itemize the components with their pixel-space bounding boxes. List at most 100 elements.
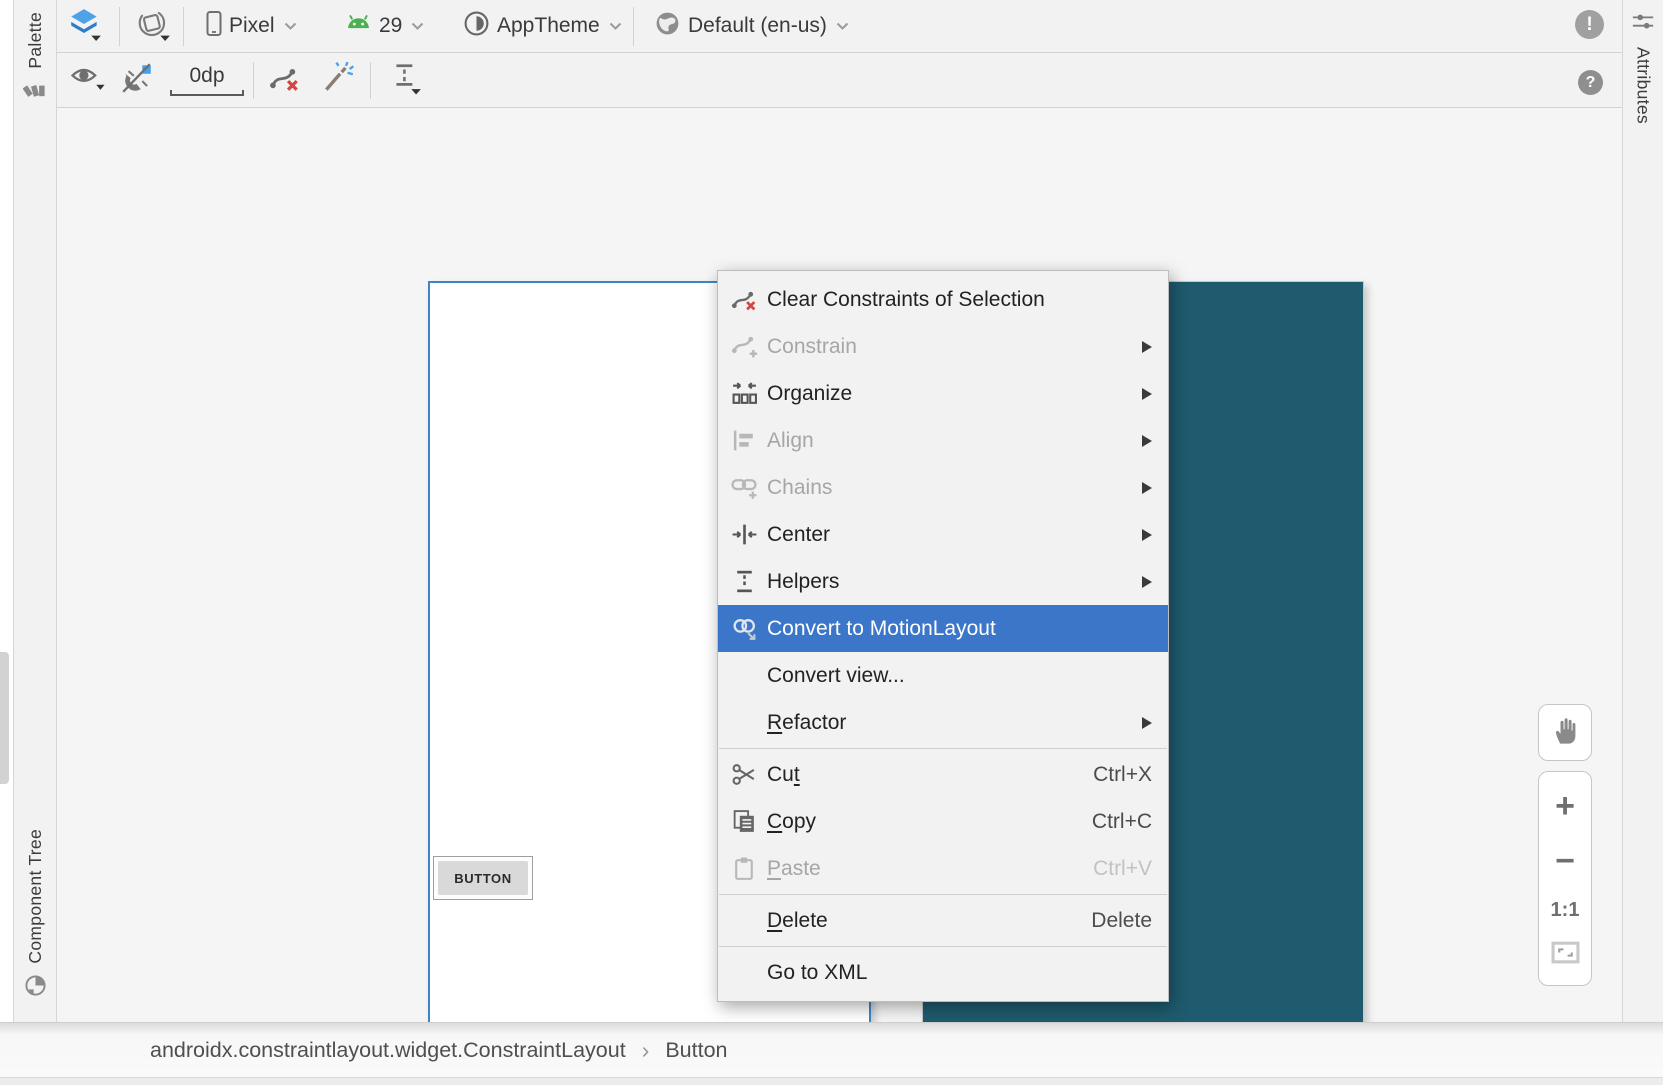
submenu-arrow-icon xyxy=(1142,717,1152,729)
tab-palette[interactable]: Palette xyxy=(14,12,56,103)
menu-item-label: Convert to MotionLayout xyxy=(767,617,1056,641)
menu-icon-empty xyxy=(730,959,758,987)
menu-icon-empty xyxy=(730,709,758,737)
menu-item-paste: PasteCtrl+V xyxy=(718,845,1168,892)
view-options-button[interactable] xyxy=(69,53,107,107)
helpers-icon xyxy=(730,568,758,596)
left-scrollbar-thumb[interactable] xyxy=(0,652,9,784)
menu-icon-empty xyxy=(730,662,758,690)
component-tree-icon xyxy=(24,974,47,1002)
organize-icon xyxy=(730,380,758,408)
default-margin-value: 0dp xyxy=(167,64,247,88)
help-button[interactable]: ? xyxy=(1578,70,1603,95)
menu-item-label: Organize xyxy=(767,382,1056,406)
toolbar-separator xyxy=(633,7,634,46)
default-margin-control[interactable]: 0dp xyxy=(167,53,247,107)
menu-submenu-indicator xyxy=(1056,576,1152,588)
menu-item-label: Helpers xyxy=(767,570,1056,594)
orientation-selector[interactable] xyxy=(136,0,172,52)
chevron-down-icon xyxy=(836,17,849,35)
menu-item-clear-constraints-of-selection[interactable]: Clear Constraints of Selection xyxy=(718,276,1168,323)
orientation-icon xyxy=(136,7,172,46)
zoom-in-button[interactable]: + xyxy=(1555,789,1575,823)
palette-tab-label: Palette xyxy=(25,12,46,69)
menu-submenu-indicator xyxy=(1056,388,1152,400)
menu-item-helpers[interactable]: Helpers xyxy=(718,558,1168,605)
menu-submenu-indicator xyxy=(1056,717,1152,729)
menu-item-label: Chains xyxy=(767,476,1056,500)
design-toolbar-main: Pixel 29 AppTheme xyxy=(57,0,1622,53)
chains-icon xyxy=(730,474,758,502)
motionlayout-icon xyxy=(730,615,758,643)
theme-selector-label: AppTheme xyxy=(497,14,600,38)
guidelines-button[interactable] xyxy=(390,53,422,107)
pan-tool-button[interactable] xyxy=(1538,704,1592,761)
paste-icon xyxy=(730,855,758,883)
device-selector-label: Pixel xyxy=(229,14,275,38)
autoconnect-toggle[interactable] xyxy=(119,53,155,107)
menu-item-label: Convert view... xyxy=(767,664,1056,688)
menu-item-center[interactable]: Center xyxy=(718,511,1168,558)
menu-item-label: Paste xyxy=(767,857,1056,881)
attributes-tab-label[interactable]: Attributes xyxy=(1633,47,1654,124)
menu-item-chains: Chains xyxy=(718,464,1168,511)
chevron-down-icon xyxy=(411,17,424,35)
toolbar-separator xyxy=(253,62,254,99)
menu-item-organize[interactable]: Organize xyxy=(718,370,1168,417)
menu-item-refactor[interactable]: Refactor xyxy=(718,699,1168,746)
palette-icon xyxy=(23,76,47,103)
breadcrumb-root[interactable]: androidx.constraintlayout.widget.Constra… xyxy=(150,1038,626,1063)
submenu-arrow-icon xyxy=(1142,388,1152,400)
menu-submenu-indicator xyxy=(1056,435,1152,447)
menu-item-convert-to-motionlayout[interactable]: Convert to MotionLayout xyxy=(718,605,1168,652)
locale-selector[interactable]: Default (en-us) xyxy=(654,0,849,52)
menu-shortcut: Ctrl+X xyxy=(1056,763,1152,787)
error-icon: ! xyxy=(1586,14,1592,36)
tab-component-tree[interactable]: Component Tree xyxy=(14,829,56,1002)
magnet-off-icon xyxy=(119,61,155,100)
issues-panel-button[interactable]: ! xyxy=(1575,10,1604,39)
eye-icon xyxy=(69,62,107,98)
menu-shortcut: Ctrl+C xyxy=(1056,810,1152,834)
fit-screen-icon xyxy=(1551,941,1580,968)
theme-selector[interactable]: AppTheme xyxy=(463,0,622,52)
menu-item-label: Align xyxy=(767,429,1056,453)
submenu-arrow-icon xyxy=(1142,482,1152,494)
globe-icon xyxy=(654,10,681,42)
toolbar-separator xyxy=(370,62,371,99)
menu-item-convert-view[interactable]: Convert view... xyxy=(718,652,1168,699)
zoom-panel: + − 1:1 xyxy=(1538,771,1592,986)
bottom-strip xyxy=(0,1077,1663,1085)
align-icon xyxy=(730,427,758,455)
api-level-selector[interactable]: 29 xyxy=(345,0,424,52)
submenu-arrow-icon xyxy=(1142,341,1152,353)
menu-item-label: Go to XML xyxy=(767,961,1056,985)
api-level-label: 29 xyxy=(379,14,402,38)
breadcrumb-separator-icon: › xyxy=(642,1037,650,1064)
menu-item-label: Copy xyxy=(767,810,1056,834)
android-icon xyxy=(345,11,372,41)
layout-editor: Palette Component Tree Attrib xyxy=(0,0,1663,1085)
left-sidebar: Palette Component Tree xyxy=(13,0,57,1022)
menu-item-label: Refactor xyxy=(767,711,1056,735)
surface-mode-selector[interactable] xyxy=(67,0,103,52)
menu-shortcut: Delete xyxy=(1056,909,1152,933)
clear-all-constraints-button[interactable] xyxy=(268,53,302,107)
device-selector[interactable]: Pixel xyxy=(206,0,297,52)
infer-constraints-button[interactable] xyxy=(320,53,356,107)
zoom-out-button[interactable]: − xyxy=(1555,844,1575,878)
clear-constraints-icon xyxy=(268,62,302,99)
menu-item-go-to-xml[interactable]: Go to XML xyxy=(718,949,1168,996)
menu-item-delete[interactable]: DeleteDelete xyxy=(718,897,1168,944)
breadcrumb-selected[interactable]: Button xyxy=(665,1038,727,1063)
menu-item-cut[interactable]: CutCtrl+X xyxy=(718,751,1168,798)
center-icon xyxy=(730,521,758,549)
button-widget[interactable]: BUTTON xyxy=(433,856,533,900)
zoom-actual-size-button[interactable]: 1:1 xyxy=(1551,900,1580,920)
menu-shortcut: Ctrl+V xyxy=(1056,857,1152,881)
attributes-icon xyxy=(1631,10,1655,39)
menu-item-copy[interactable]: CopyCtrl+C xyxy=(718,798,1168,845)
zoom-to-fit-button[interactable] xyxy=(1551,941,1580,968)
editor-left-gutter xyxy=(0,0,13,1022)
component-tree-tab-label: Component Tree xyxy=(25,829,46,964)
